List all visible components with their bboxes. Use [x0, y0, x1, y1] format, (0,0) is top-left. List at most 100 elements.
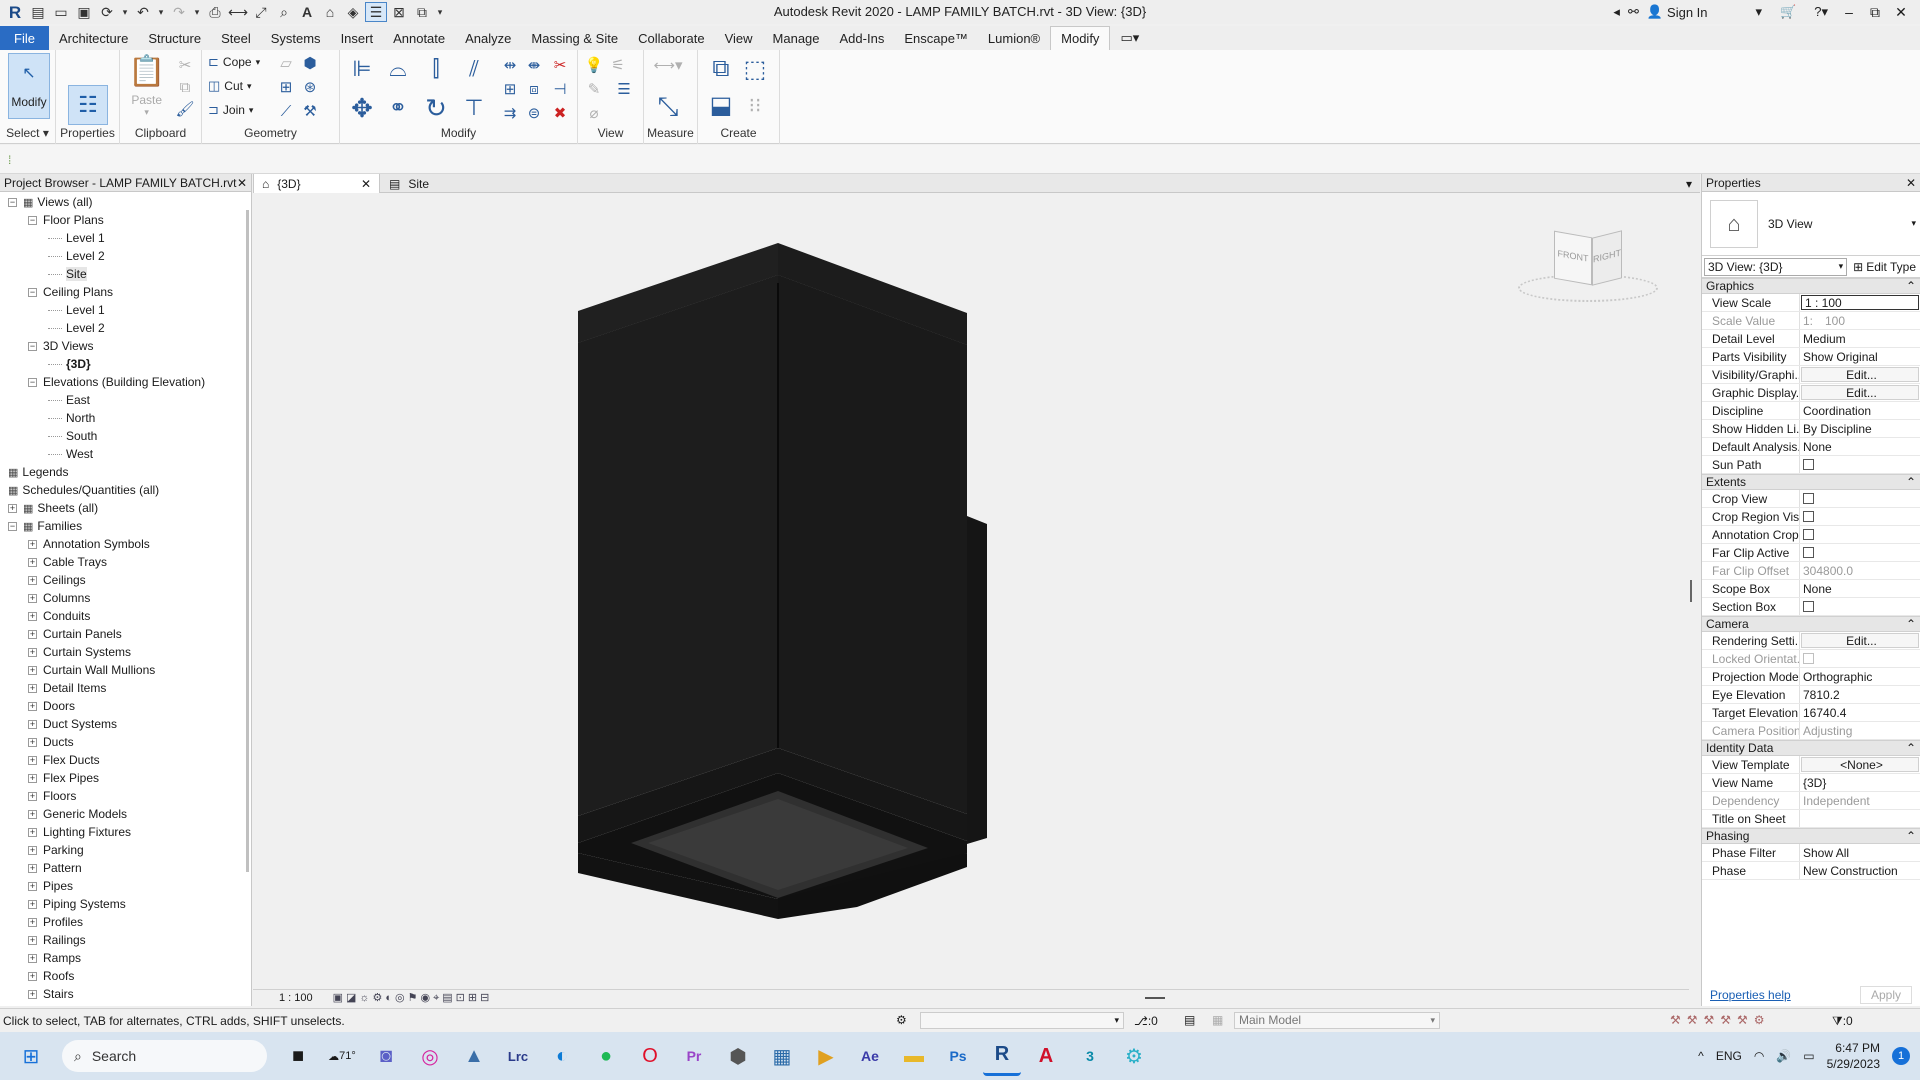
browser-item[interactable]: Level 1	[48, 301, 105, 319]
sketchup-icon[interactable]: ⬢	[719, 1036, 757, 1076]
expand-icon[interactable]: +	[28, 809, 37, 819]
hide-category-icon[interactable]: ⌀	[584, 104, 604, 122]
modify-button[interactable]: ↖ Modify	[8, 53, 50, 119]
revit-logo[interactable]: R	[4, 2, 26, 22]
media-player-icon[interactable]: ▶	[807, 1036, 845, 1076]
collapse-icon[interactable]: ⌃	[1906, 617, 1916, 631]
cart-icon[interactable]: 🛒	[1780, 4, 1796, 20]
tab-add-ins[interactable]: Add-Ins	[830, 26, 895, 50]
file-explorer-icon[interactable]: ▬	[895, 1036, 933, 1076]
collapse-icon[interactable]: −	[8, 521, 17, 531]
property-edit-button[interactable]: <None>	[1801, 757, 1919, 772]
expand-icon[interactable]: +	[28, 881, 37, 891]
teams-icon[interactable]: ◙	[367, 1036, 405, 1076]
clock[interactable]: 6:47 PM 5/29/2023	[1827, 1040, 1880, 1072]
property-checkbox-cell[interactable]	[1800, 456, 1920, 473]
paint-icon[interactable]: ⬢	[300, 54, 320, 72]
tab-enscape[interactable]: Enscape™	[894, 26, 978, 50]
property-checkbox-cell[interactable]	[1800, 490, 1920, 507]
home-icon[interactable]: ▤	[27, 2, 49, 22]
chevron-down-icon[interactable]: ▾	[155, 2, 167, 22]
cope-button[interactable]: ⊏ Cope ▾	[208, 54, 260, 70]
delete-icon[interactable]: ✖	[550, 104, 570, 122]
array-icon[interactable]: ⊞	[500, 80, 520, 98]
tab-insert[interactable]: Insert	[331, 26, 384, 50]
back-icon[interactable]: ◂	[1613, 4, 1620, 20]
expand-icon[interactable]: +	[28, 845, 37, 855]
restore-button[interactable]: ⧉	[1862, 0, 1888, 24]
browser-item[interactable]: + Railings	[28, 931, 86, 949]
browser-item[interactable]: + Profiles	[28, 913, 83, 931]
expand-icon[interactable]: +	[28, 575, 37, 585]
properties-button[interactable]: ☷	[68, 85, 108, 125]
undo-icon[interactable]: ↶	[132, 2, 154, 22]
revit-taskbar-icon[interactable]: R	[983, 1036, 1021, 1076]
tab-view[interactable]: View	[715, 26, 763, 50]
browser-item[interactable]: South	[48, 427, 97, 445]
apply-button[interactable]: Apply	[1859, 986, 1912, 1004]
tab-modify[interactable]: Modify	[1050, 26, 1111, 50]
browser-item[interactable]: −3D Views	[28, 337, 93, 355]
browser-item[interactable]: + Piping Systems	[28, 895, 126, 913]
collapse-icon[interactable]: −	[28, 215, 37, 225]
expand-icon[interactable]: +	[8, 503, 17, 513]
collapse-icon[interactable]: −	[8, 197, 17, 207]
browser-item[interactable]: + Columns	[28, 589, 90, 607]
browser-item[interactable]: − Floor Plans	[28, 211, 104, 229]
hide-element-icon[interactable]: ✎	[584, 80, 604, 98]
browser-item[interactable]: − Ceiling Plans	[28, 283, 113, 301]
wifi-icon[interactable]: ◠	[1754, 1049, 1764, 1063]
properties-help-link[interactable]: Properties help	[1710, 988, 1791, 1002]
expand-icon[interactable]: +	[28, 557, 37, 567]
measure-between-icon[interactable]: ⟷▾	[650, 56, 686, 74]
tab-3d-view[interactable]: ⌂ {3D} ✕	[253, 174, 380, 193]
tab-steel[interactable]: Steel	[211, 26, 261, 50]
wall-joins-icon[interactable]: ⊞	[276, 78, 296, 96]
rotate-icon[interactable]: ↻	[422, 93, 450, 123]
windows-start-icon[interactable]: ⊞	[12, 1036, 50, 1076]
split-icon[interactable]: ⇹	[500, 56, 520, 74]
lightroom-classic-icon[interactable]: Lrc	[499, 1036, 537, 1076]
checkbox[interactable]	[1803, 601, 1814, 612]
scale-icon[interactable]: ⧈	[524, 80, 544, 98]
browser-item[interactable]: + Floors	[28, 787, 76, 805]
photoshop-icon[interactable]: Ps	[939, 1036, 977, 1076]
browser-item[interactable]: − Elevations (Building Elevation)	[28, 373, 205, 391]
opera-icon[interactable]: O	[631, 1036, 669, 1076]
checkbox[interactable]	[1803, 459, 1814, 470]
design-options-icon[interactable]: ▤	[1184, 1013, 1195, 1027]
expand-icon[interactable]: +	[28, 683, 37, 693]
viewport-vertical-scrollbar[interactable]	[1690, 580, 1692, 602]
chevron-down-icon[interactable]: ▾	[191, 2, 203, 22]
spotify-icon[interactable]: ●	[587, 1036, 625, 1076]
section-icon[interactable]: ◈	[342, 2, 364, 22]
mirror-pick-axis-icon[interactable]: ⫿	[422, 56, 450, 82]
tab-site-view[interactable]: ▤ Site	[381, 174, 437, 193]
browser-item[interactable]: + Generic Models	[28, 805, 127, 823]
edit-type-button[interactable]: ⊞ Edit Type	[1849, 260, 1920, 274]
tab-manage[interactable]: Manage	[763, 26, 830, 50]
property-value[interactable]: Show All	[1800, 844, 1920, 861]
collapse-icon[interactable]: ⌃	[1906, 279, 1916, 293]
browser-item[interactable]: + Stairs	[28, 985, 74, 1003]
trim-multiple-icon[interactable]: ⇉	[500, 104, 520, 122]
editing-requests[interactable]: ⎇:0	[1134, 1014, 1158, 1028]
tab-annotate[interactable]: Annotate	[383, 26, 455, 50]
browser-item[interactable]: + Pipes	[28, 877, 73, 895]
chevron-up-icon[interactable]: ^	[1698, 1049, 1704, 1063]
tab-file[interactable]: File	[0, 26, 49, 50]
browser-item[interactable]: {3D}	[48, 355, 91, 373]
expand-icon[interactable]: +	[28, 611, 37, 621]
close-icon[interactable]: ✕	[361, 177, 371, 191]
cut-button[interactable]: ◫ Cut ▾	[208, 78, 252, 94]
instagram-icon[interactable]: ◎	[411, 1036, 449, 1076]
measure-icon[interactable]: ⟷	[227, 2, 249, 22]
collapse-icon[interactable]: −	[28, 287, 37, 297]
expand-icon[interactable]: +	[28, 827, 37, 837]
beam-join-icon[interactable]: ⟋	[276, 102, 296, 120]
expand-icon[interactable]: +	[28, 647, 37, 657]
browser-item[interactable]: + Lighting Fixtures	[28, 823, 131, 841]
language-indicator[interactable]: ENG	[1716, 1049, 1742, 1063]
unpin-icon[interactable]: ✂	[550, 56, 570, 74]
open-icon[interactable]: ▭	[50, 2, 72, 22]
